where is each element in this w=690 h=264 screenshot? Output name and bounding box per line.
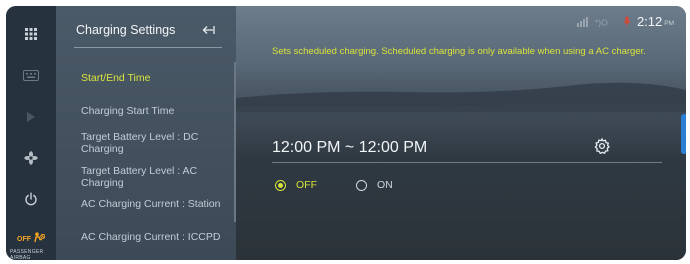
mic-muted-icon [623,16,631,27]
option-off-radio[interactable]: OFF [275,179,317,191]
option-on-radio[interactable]: ON [356,179,393,191]
option-off-label: OFF [296,179,317,191]
menu-item-start-end-time[interactable]: Start/End Time [81,72,221,84]
radio-circle [356,179,367,191]
panel-title: Charging Settings [76,23,176,37]
landscape-background [236,82,686,120]
side-handle[interactable] [681,114,686,154]
panel-divider [74,47,222,48]
time-range[interactable]: 12:00 PM ~ 12:00 PM [272,139,427,157]
network-signal-icon [576,16,588,27]
play-icon[interactable] [6,102,56,132]
icon-rail: OFF PASSENGER AIRBAG [6,6,56,260]
main-content: *)O 2:12 PM Sets scheduled charging. Sch… [236,6,686,260]
connectivity-icon: *)O [595,17,608,27]
airbag-status: OFF [17,235,31,243]
time-divider [272,162,662,163]
menu-item-ac-current-station[interactable]: AC Charging Current : Station [81,198,221,210]
keyboard-icon[interactable] [6,60,56,90]
gear-icon [594,138,610,154]
menu-item-target-battery-dc[interactable]: Target Battery Level : DC Charging [81,131,221,155]
infotainment-screen: OFF PASSENGER AIRBAG Charging Settings S… [6,6,686,260]
clock-ampm: PM [664,19,674,27]
menu-item-target-battery-ac[interactable]: Target Battery Level : AC Charging [81,165,221,189]
info-message: Sets scheduled charging. Scheduled charg… [272,46,646,57]
clock-time: 2:12 [636,14,663,29]
airbag-indicator: OFF PASSENGER AIRBAG [10,230,52,260]
menu-item-charging-start-time[interactable]: Charging Start Time [81,105,221,117]
back-arrow-icon [202,26,215,34]
airbag-icon [33,230,46,248]
svg-text:*)O: *)O [595,17,608,27]
radio-circle [275,179,286,191]
grid-icon[interactable] [6,19,56,49]
settings-gear-button[interactable] [592,136,612,156]
power-icon[interactable] [6,184,56,214]
collapse-button[interactable] [196,20,220,40]
menu-item-ac-current-iccpd[interactable]: AC Charging Current : ICCPD [81,231,221,243]
status-bar: *)O 2:12 PM [576,14,674,29]
fan-icon[interactable] [6,143,56,173]
settings-panel: Charging Settings Start/End Time Chargin… [56,6,236,260]
airbag-label: PASSENGER AIRBAG [10,249,44,260]
option-on-label: ON [377,179,393,191]
